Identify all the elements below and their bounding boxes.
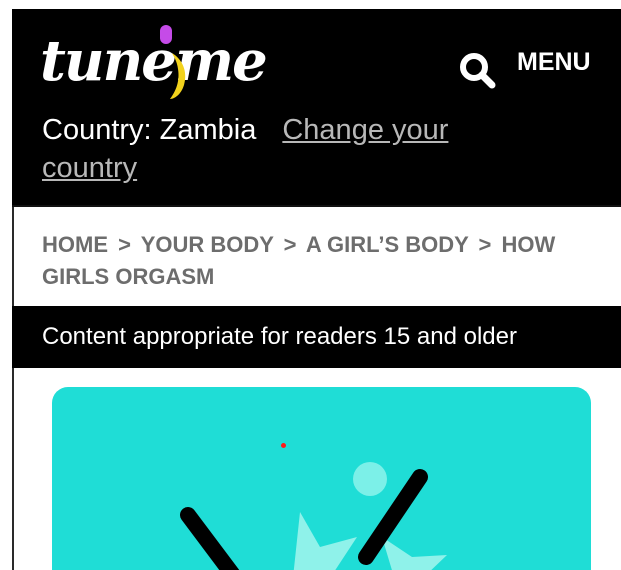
- menu-button[interactable]: MENU: [517, 47, 591, 77]
- hero-illustration: [180, 462, 447, 570]
- article-hero-image: [52, 387, 591, 570]
- search-icon[interactable]: [458, 51, 496, 89]
- breadcrumb-home[interactable]: HOME: [42, 232, 108, 257]
- header-divider: [12, 205, 621, 207]
- hero-burst-right: [382, 537, 447, 570]
- breadcrumb-separator: >: [118, 232, 131, 257]
- breadcrumb-your-body[interactable]: YOUR BODY: [141, 232, 274, 257]
- left-edge-divider: [12, 207, 14, 570]
- country-label: Country: Zambia: [42, 114, 257, 146]
- breadcrumb: HOME > YOUR BODY > A GIRL’S BODY > HOW G…: [42, 229, 602, 293]
- tuneme-logo[interactable]: tuneme: [40, 21, 268, 101]
- hero-burst: [293, 512, 357, 570]
- logo-swoosh-icon: [170, 53, 186, 99]
- logo-text: tuneme: [40, 28, 268, 94]
- hero-stroke-left: [180, 507, 240, 570]
- breadcrumb-a-girls-body[interactable]: A GIRL’S BODY: [306, 232, 469, 257]
- cursor-dot: [281, 443, 286, 448]
- hero-circle: [353, 462, 387, 496]
- breadcrumb-separator: >: [283, 232, 297, 257]
- country-line: Country: Zambia Change your country: [42, 111, 542, 187]
- age-rating-banner: Content appropriate for readers 15 and o…: [12, 306, 621, 368]
- logo-dot-icon: [160, 25, 172, 44]
- breadcrumb-separator: >: [478, 232, 492, 257]
- site-header: tuneme MENU Country: Zambia Change your c…: [12, 9, 621, 205]
- phone-screen: tuneme MENU Country: Zambia Change your c…: [12, 9, 621, 570]
